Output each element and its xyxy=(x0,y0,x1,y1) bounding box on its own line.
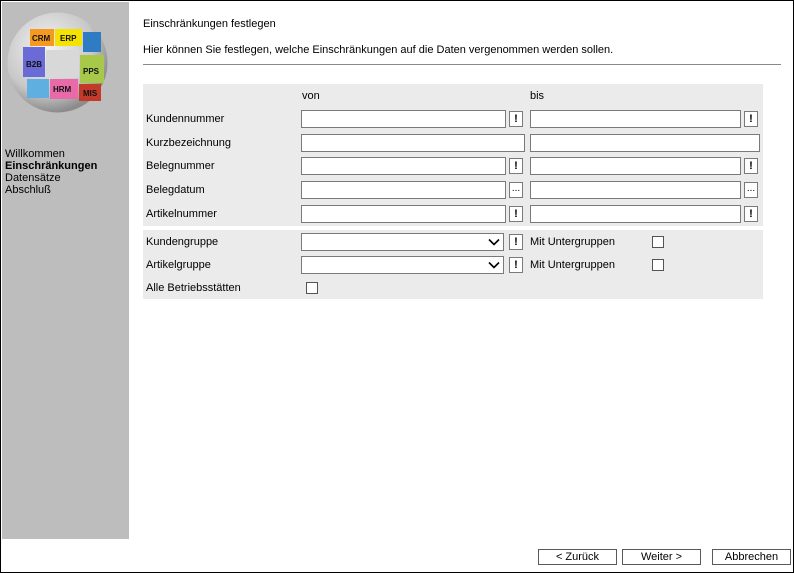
step-datensaetze: Datensätze xyxy=(5,172,61,184)
artikelnummer-from-lookup-button[interactable]: ! xyxy=(509,206,523,222)
header-divider xyxy=(143,64,781,65)
artikelgruppe-lookup-button[interactable]: ! xyxy=(509,257,523,273)
label-belegdatum: Belegdatum xyxy=(146,184,205,196)
belegnummer-from-input[interactable] xyxy=(301,157,506,175)
wizard-steps: Willkommen Einschränkungen Datensätze Ab… xyxy=(5,148,97,196)
label-kundennummer: Kundennummer xyxy=(146,113,225,125)
logo-tile xyxy=(46,50,79,78)
logo-text: HRM xyxy=(53,85,72,94)
step-abschluss: Abschluß xyxy=(5,184,51,196)
step-willkommen: Willkommen xyxy=(5,148,65,160)
label-artikelgruppe-mit-untergruppen: Mit Untergruppen xyxy=(530,259,615,271)
logo-text: B2B xyxy=(26,60,42,69)
chevron-down-icon xyxy=(488,261,500,269)
alle-betriebsstaetten-checkbox[interactable] xyxy=(306,282,318,294)
label-kurzbezeichnung: Kurzbezeichnung xyxy=(146,137,232,149)
artikelgruppe-select[interactable] xyxy=(301,256,504,274)
artikelnummer-to-input[interactable] xyxy=(530,205,741,223)
chevron-down-icon xyxy=(488,238,500,246)
logo-text: PPS xyxy=(83,67,100,76)
kundengruppe-select[interactable] xyxy=(301,233,504,251)
logo-text: CRM xyxy=(32,34,51,43)
kurzbezeichnung-from-input[interactable] xyxy=(301,134,525,152)
kundennummer-from-lookup-button[interactable]: ! xyxy=(509,111,523,127)
cancel-button[interactable]: Abbrechen xyxy=(712,549,791,565)
kundengruppe-lookup-button[interactable]: ! xyxy=(509,234,523,250)
label-artikelgruppe: Artikelgruppe xyxy=(146,259,211,271)
belegdatum-from-input[interactable] xyxy=(301,181,506,199)
page-title: Einschränkungen festlegen xyxy=(143,18,276,30)
logo-tile xyxy=(83,32,101,52)
logo-text: ERP xyxy=(60,34,77,43)
artikelgruppe-mit-untergruppen-checkbox[interactable] xyxy=(652,259,664,271)
next-button[interactable]: Weiter > xyxy=(622,549,701,565)
kundennummer-to-input[interactable] xyxy=(530,110,741,128)
back-button[interactable]: < Zurück xyxy=(538,549,617,565)
belegnummer-to-lookup-button[interactable]: ! xyxy=(744,158,758,174)
label-belegnummer: Belegnummer xyxy=(146,160,215,172)
col-header-to: bis xyxy=(530,90,545,102)
kundennummer-from-input[interactable] xyxy=(301,110,506,128)
kundennummer-to-lookup-button[interactable]: ! xyxy=(744,111,758,127)
logo-tile xyxy=(27,79,49,98)
label-kundengruppe-mit-untergruppen: Mit Untergruppen xyxy=(530,236,615,248)
wizard-window: CRM ERP B2B PPS HRM MIS Willkommen Einsc… xyxy=(0,0,794,573)
belegdatum-to-date-picker-button[interactable]: ... xyxy=(744,182,758,198)
sidebar: CRM ERP B2B PPS HRM MIS Willkommen Einsc… xyxy=(2,2,129,539)
belegdatum-from-date-picker-button[interactable]: ... xyxy=(509,182,523,198)
label-alle-betriebsstaetten: Alle Betriebsstätten xyxy=(146,282,241,294)
belegnummer-to-input[interactable] xyxy=(530,157,741,175)
page-description: Hier können Sie festlegen, welche Einsch… xyxy=(143,44,614,56)
logo-text: MIS xyxy=(83,89,98,98)
logo: CRM ERP B2B PPS HRM MIS xyxy=(7,12,108,113)
artikelnummer-to-lookup-button[interactable]: ! xyxy=(744,206,758,222)
artikelnummer-from-input[interactable] xyxy=(301,205,506,223)
kundengruppe-mit-untergruppen-checkbox[interactable] xyxy=(652,236,664,248)
kurzbezeichnung-to-input[interactable] xyxy=(530,134,760,152)
belegnummer-from-lookup-button[interactable]: ! xyxy=(509,158,523,174)
step-einschraenkungen: Einschränkungen xyxy=(5,160,98,172)
belegdatum-to-input[interactable] xyxy=(530,181,741,199)
label-artikelnummer: Artikelnummer xyxy=(146,208,217,220)
col-header-from: von xyxy=(302,90,320,102)
label-kundengruppe: Kundengruppe xyxy=(146,236,219,248)
